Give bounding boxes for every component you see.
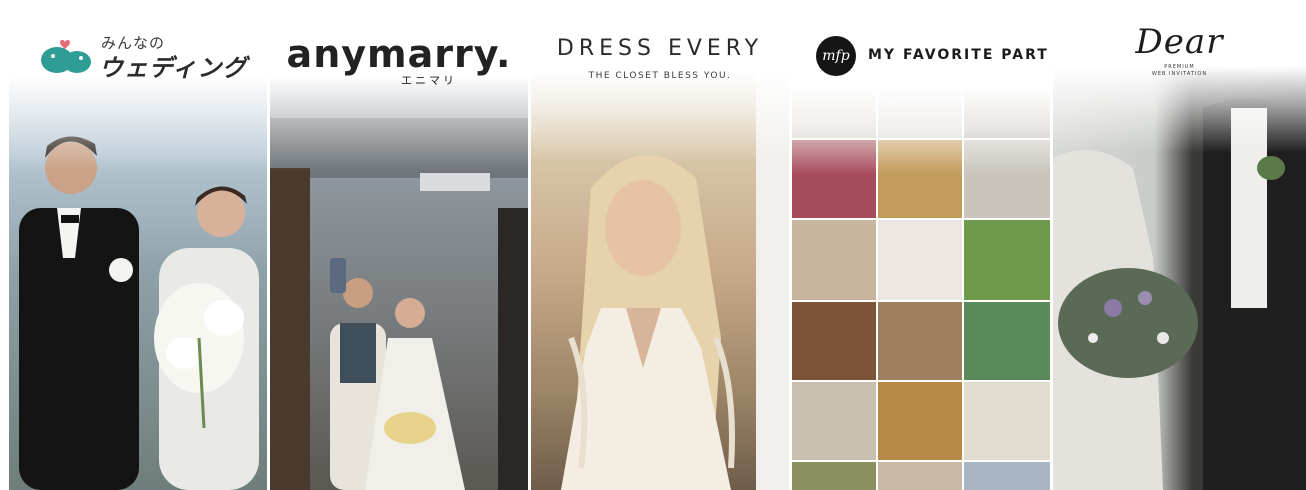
couple-bouquet-illustration	[1053, 98, 1306, 490]
collage-photo	[964, 302, 1050, 380]
logo-text-main: DRESS EVERY	[556, 36, 764, 61]
couple-bouquet-photo	[1053, 8, 1306, 490]
brand-card-dress-every[interactable]: DRESS EVERY THE CLOSET BLESS YOU.	[531, 8, 789, 490]
collage-photo	[964, 382, 1050, 460]
logo-text-main: Dear	[1135, 22, 1224, 62]
dear-logo: Dear PREMIUM WEB INVITATION	[1053, 22, 1306, 77]
collage-photo	[792, 140, 876, 218]
collage-photo	[792, 86, 876, 138]
logo-text-main: ウェディング	[99, 54, 248, 82]
collage-photo	[964, 220, 1050, 300]
collage-photo	[878, 140, 962, 218]
brand-card-anymarry[interactable]: anymarry. エニマリ	[270, 8, 528, 490]
collage-photo	[792, 220, 876, 300]
logo-text-main: anymarry.	[286, 32, 512, 76]
collage-photo	[878, 302, 962, 380]
collage-photo	[792, 382, 876, 460]
brand-card-strip: みんなの ウェディング anymarry. エニマリ DRESS EVERY T…	[0, 0, 1306, 490]
collage-photo	[792, 462, 876, 490]
dress-every-logo: DRESS EVERY THE CLOSET BLESS YOU.	[531, 36, 789, 81]
collage-photo	[878, 382, 962, 460]
logo-text-sub1: PREMIUM	[1164, 64, 1195, 70]
collage-photo	[792, 302, 876, 380]
my-favorite-part-logo: mfp MY FAVORITE PART	[816, 34, 1050, 78]
photo-collage-grid	[792, 86, 1050, 490]
mfp-monogram: mfp	[816, 36, 856, 76]
brand-card-my-favorite-part[interactable]: mfp MY FAVORITE PART	[792, 8, 1050, 490]
logo-text-main: MY FAVORITE PART	[868, 47, 1049, 63]
brand-card-dear[interactable]: Dear PREMIUM WEB INVITATION	[1053, 8, 1306, 490]
anymarry-logo: anymarry. エニマリ	[270, 34, 528, 88]
minna-no-wedding-logo: みんなの ウェディング	[39, 30, 249, 82]
birds-logo-icon	[41, 39, 91, 73]
collage-photo	[878, 462, 962, 490]
collage-photo	[878, 220, 962, 300]
logo-text-sub2: WEB INVITATION	[1151, 71, 1208, 77]
collage-photo	[964, 462, 1050, 490]
collage-photo	[964, 140, 1050, 218]
logo-text-sub: THE CLOSET BLESS YOU.	[588, 71, 732, 81]
collage-photo	[878, 86, 962, 138]
brand-card-minna-no-wedding[interactable]: みんなの ウェディング	[9, 8, 267, 490]
collage-photo	[964, 86, 1050, 138]
